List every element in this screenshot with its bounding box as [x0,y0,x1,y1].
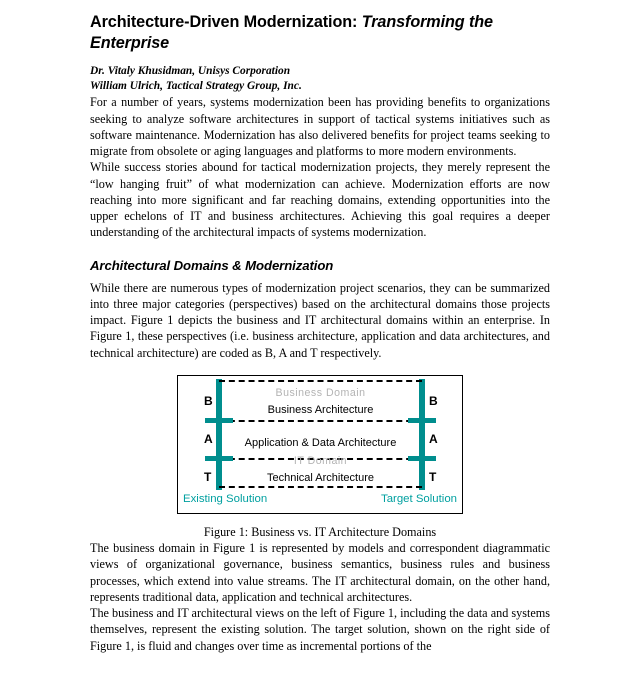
figure-1-caption: Figure 1: Business vs. IT Architecture D… [203,525,437,539]
paragraph-4: The business domain in Figure 1 is repre… [90,541,550,604]
left-tick-mark-upper [205,418,233,423]
paragraph-2: While success stories abound for tactica… [90,160,550,240]
author-line-1: Dr. Vitaly Khusidman, Unisys Corporation [90,65,291,78]
author-block: Dr. Vitaly Khusidman, Unisys Corporation… [90,64,550,94]
target-solution-label: Target Solution [381,493,457,505]
left-label-b: B [204,394,213,408]
right-label-b: B [429,394,438,408]
page-title: Architecture-Driven Modernization: Trans… [90,12,550,53]
title-main-text: Architecture-Driven Modernization: [90,13,362,31]
business-domain-label: Business Domain [275,387,366,399]
application-data-architecture-label: Application & Data Architecture [244,437,397,449]
right-label-t: T [429,470,437,484]
it-domain-label: IT Domain [293,455,348,467]
paragraph-3: While there are numerous types of modern… [90,280,550,360]
right-tick-mark-upper [408,418,436,423]
left-label-a: A [204,432,213,446]
document-page: Architecture-Driven Modernization: Trans… [0,0,633,675]
existing-solution-label: Existing Solution [183,493,268,505]
right-label-a: A [429,432,438,446]
business-architecture-label: Business Architecture [267,404,374,416]
section-heading-architectural-domains: Architectural Domains & Modernization [90,257,334,273]
technical-architecture-label: Technical Architecture [267,472,374,484]
left-label-t: T [204,470,212,484]
paragraph-1: For a number of years, systems moderniza… [90,95,550,159]
figure-1-diagram: B A T B A T Business Domain Business Arc… [177,375,463,514]
figure-1-container: B A T B A T Business Domain Business Arc… [90,375,550,514]
business-it-divider-dashed-line [219,420,422,422]
paragraph-5: The business and IT architectural views … [90,606,550,653]
author-line-2: William Ulrich, Tactical Strategy Group,… [90,80,302,93]
